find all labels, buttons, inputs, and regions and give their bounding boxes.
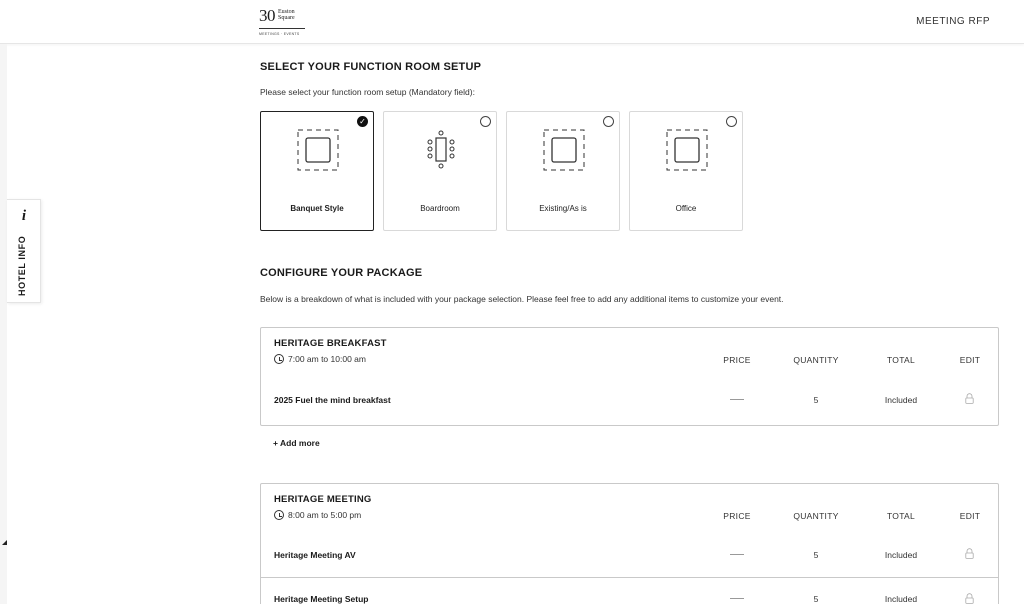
hotel-info-tab[interactable]: i HOTEL INFO — [7, 199, 41, 303]
item-quantity: 5 — [813, 395, 819, 405]
section-time-text: 8:00 am to 5:00 pm — [288, 510, 362, 520]
info-icon: i — [21, 208, 27, 224]
col-edit: EDIT — [959, 355, 981, 365]
radio-selected[interactable]: ✓ — [357, 116, 368, 127]
top-bar: 30 Euston Square MEETINGS · EVENTS MEETI… — [0, 0, 1024, 44]
package-heading: CONFIGURE YOUR PACKAGE — [260, 267, 423, 279]
section-title: HERITAGE MEETING — [274, 494, 372, 505]
logo-line-2: Square — [278, 15, 295, 21]
add-more-button[interactable]: + Add more — [273, 438, 320, 448]
item-quantity: 5 — [813, 550, 819, 560]
radio-unselected[interactable] — [603, 116, 614, 127]
price-dash — [730, 554, 744, 555]
section-time: 8:00 am to 5:00 pm — [274, 510, 361, 520]
option-label: Office — [675, 204, 697, 213]
setup-option-boardroom[interactable]: Boardroom — [383, 111, 497, 231]
table-row: 2025 Fuel the mind breakfast 5 Included — [261, 386, 998, 416]
radio-unselected[interactable] — [480, 116, 491, 127]
boardroom-icon — [427, 130, 455, 169]
item-name: 2025 Fuel the mind breakfast — [274, 395, 391, 405]
col-edit: EDIT — [959, 511, 981, 521]
setup-option-existing-as-is[interactable]: Existing/As is — [506, 111, 620, 231]
lock-icon[interactable] — [965, 393, 974, 404]
logo-tagline: MEETINGS · EVENTS — [259, 32, 300, 36]
corner-marker — [2, 540, 7, 545]
item-name: Heritage Meeting Setup — [274, 594, 369, 604]
col-quantity: QUANTITY — [793, 355, 839, 365]
section-time-text: 7:00 am to 10:00 am — [288, 354, 366, 364]
logo-number: 30 — [259, 6, 276, 25]
banquet-style-icon — [297, 129, 339, 171]
col-quantity: QUANTITY — [793, 511, 839, 521]
col-total: TOTAL — [886, 511, 916, 521]
lock-icon[interactable] — [965, 593, 974, 604]
item-name: Heritage Meeting AV — [274, 550, 356, 560]
section-title: HERITAGE BREAKFAST — [274, 338, 387, 349]
left-gutter — [0, 44, 7, 604]
setup-option-office[interactable]: Office — [629, 111, 743, 231]
hotel-info-label: HOTEL INFO — [17, 235, 27, 296]
setup-option-banquet-style[interactable]: ✓ Banquet Style — [260, 111, 374, 231]
price-dash — [730, 598, 744, 599]
item-total: Included — [884, 594, 918, 604]
meeting-rfp-link[interactable]: MEETING RFP — [916, 16, 990, 27]
setup-subtext: Please select your function room setup (… — [260, 87, 475, 97]
clock-icon — [274, 354, 284, 364]
hotel-logo[interactable]: 30 Euston Square MEETINGS · EVENTS — [259, 6, 309, 38]
radio-unselected[interactable] — [726, 116, 737, 127]
price-dash — [730, 399, 744, 400]
package-section-heritage-meeting: HERITAGE MEETING 8:00 am to 5:00 pm PRIC… — [260, 483, 999, 604]
package-subtext: Below is a breakdown of what is included… — [260, 294, 784, 304]
item-quantity: 5 — [813, 594, 819, 604]
item-total: Included — [884, 550, 918, 560]
col-price: PRICE — [723, 511, 751, 521]
option-label: Banquet Style — [290, 204, 344, 213]
logo-rule — [259, 28, 305, 29]
lock-icon[interactable] — [965, 548, 974, 559]
clock-icon — [274, 510, 284, 520]
option-label: Boardroom — [420, 204, 460, 213]
section-time: 7:00 am to 10:00 am — [274, 354, 366, 364]
table-row: Heritage Meeting Setup 5 Included — [261, 577, 998, 604]
existing-as-is-icon — [543, 129, 585, 171]
item-total: Included — [884, 395, 918, 405]
office-icon — [666, 129, 708, 171]
col-price: PRICE — [723, 355, 751, 365]
setup-heading: SELECT YOUR FUNCTION ROOM SETUP — [260, 61, 482, 73]
package-section-heritage-breakfast: HERITAGE BREAKFAST 7:00 am to 10:00 am P… — [260, 327, 999, 426]
table-row: Heritage Meeting AV 5 Included — [261, 541, 998, 571]
col-total: TOTAL — [886, 355, 916, 365]
option-label: Existing/As is — [539, 204, 587, 213]
